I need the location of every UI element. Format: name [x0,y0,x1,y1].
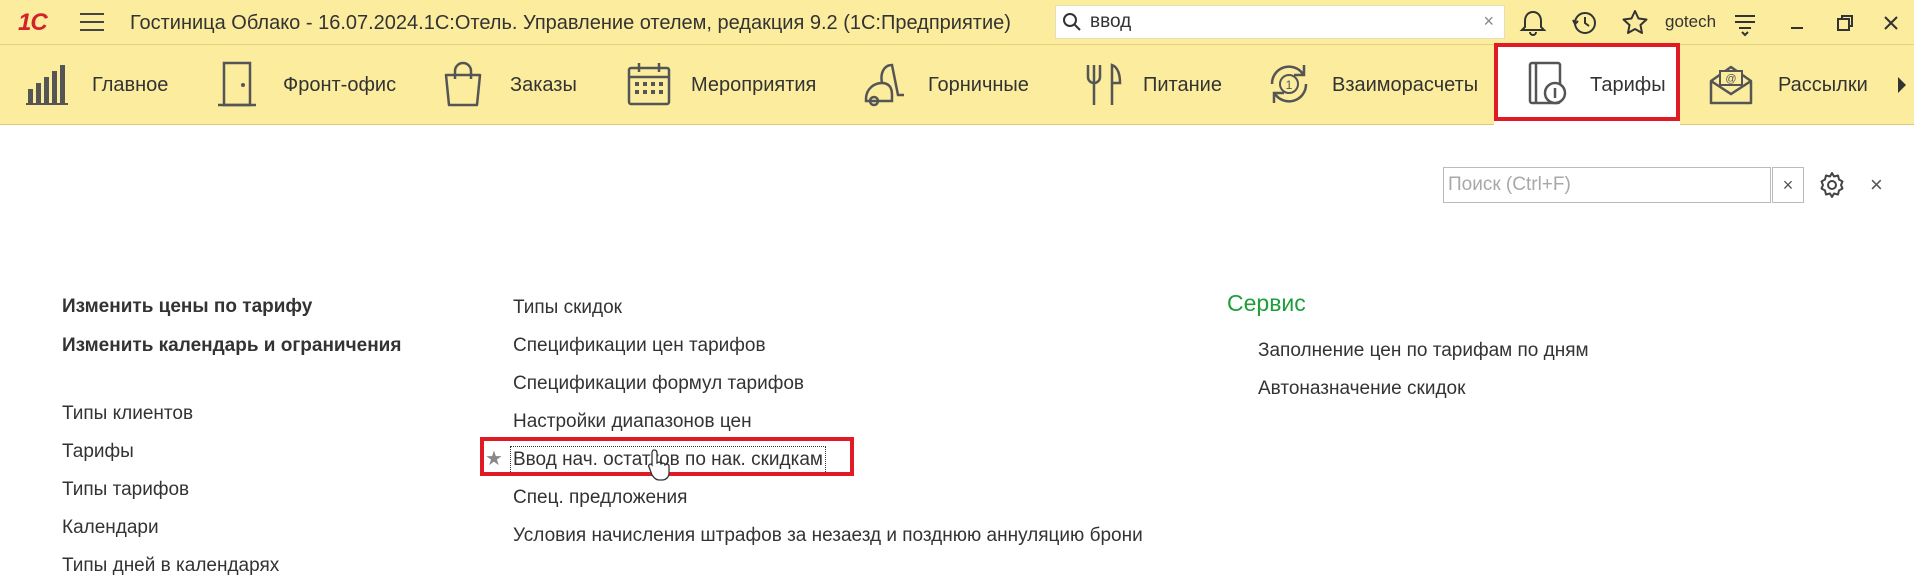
hand-cursor-icon [648,449,670,481]
app-logo[interactable]: 1С [18,9,48,37]
link-calendars[interactable]: Календари [62,517,159,539]
content-search-input[interactable] [1448,173,1748,197]
section-label: Взаиморасчеты [1332,74,1479,96]
mail-icon: @ [1709,65,1753,105]
door-icon [218,61,256,107]
link-change-calendar[interactable]: Изменить календарь и ограничения [62,335,401,357]
svg-text:@: @ [1725,73,1736,85]
window-close-icon[interactable] [1876,8,1906,38]
user-name[interactable]: gotech [1665,12,1716,32]
global-search[interactable]: × [1055,5,1505,39]
restore-icon[interactable] [1830,8,1860,38]
cutlery-icon [1086,63,1122,105]
link-change-tariff-prices[interactable]: Изменить цены по тарифу [62,296,312,318]
link-discount-types[interactable]: Типы скидок [513,297,622,319]
link-fill-prices-by-day[interactable]: Заполнение цен по тарифам по дням [1258,340,1589,362]
settings-menu-icon[interactable] [1730,8,1760,38]
history-icon[interactable] [1570,8,1600,38]
section-label: Заказы [510,74,577,96]
link-calendar-day-types[interactable]: Типы дней в календарях [62,555,279,577]
link-tariffs[interactable]: Тарифы [62,441,134,463]
global-search-input[interactable] [1090,10,1460,34]
link-tariff-formula-specs[interactable]: Спецификации формул тарифов [513,373,804,395]
bell-icon[interactable] [1518,8,1548,38]
section-front-office[interactable]: Фронт-офис [190,45,408,125]
sections-scroll-right-icon[interactable] [1898,77,1906,93]
title-bar: 1С Гостиница Облако - 16.07.2024.1С:Отел… [0,0,1914,45]
section-label: Фронт-офис [283,74,397,96]
link-tariff-price-specs[interactable]: Спецификации цен тарифов [513,335,766,357]
section-label: Горничные [928,74,1029,96]
money-cycle-icon: 1 [1270,65,1308,103]
section-food[interactable]: Питание [1068,45,1258,125]
section-label: Рассылки [1778,74,1868,96]
search-icon [1063,13,1081,31]
section-events[interactable]: Мероприятия [618,45,848,125]
service-group-title: Сервис [1227,290,1306,316]
link-client-types[interactable]: Типы клиентов [62,403,193,425]
search-clear-icon[interactable]: × [1483,11,1494,32]
section-glavnoe[interactable]: Главное [0,45,190,125]
section-label: Мероприятия [691,74,817,96]
link-special-offers[interactable]: Спец. предложения [513,487,687,509]
main-menu-icon[interactable] [80,13,104,31]
vacuum-icon [864,63,904,107]
section-label: Главное [92,74,169,96]
link-price-range-settings[interactable]: Настройки диапазонов цен [513,411,752,433]
shopping-bag-icon [444,61,482,107]
section-orders[interactable]: Заказы [408,45,618,125]
chart-bars-icon [26,65,68,105]
favorites-star-icon[interactable] [1620,8,1650,38]
section-label: Питание [1143,74,1222,96]
section-maids[interactable]: Горничные [848,45,1068,125]
close-panel-icon[interactable]: × [1870,172,1883,198]
link-tariff-types[interactable]: Типы тарифов [62,479,189,501]
window-title: Гостиница Облако - 16.07.2024.1С:Отель. … [130,12,1011,34]
content-search[interactable] [1443,167,1771,203]
active-section-highlight [1494,43,1680,121]
gear-icon[interactable] [1818,171,1846,199]
link-penalty-conditions[interactable]: Условия начисления штрафов за незаезд и … [513,525,1143,547]
svg-text:1: 1 [1286,78,1293,92]
content-search-clear-button[interactable]: × [1772,167,1804,203]
minimize-icon[interactable] [1782,8,1812,38]
section-settlements[interactable]: 1 Взаиморасчеты [1258,45,1494,125]
link-auto-discounts[interactable]: Автоназначение скидок [1258,378,1465,400]
section-mailings[interactable]: @ Рассылки [1680,45,1894,125]
calendar-icon [627,63,671,106]
